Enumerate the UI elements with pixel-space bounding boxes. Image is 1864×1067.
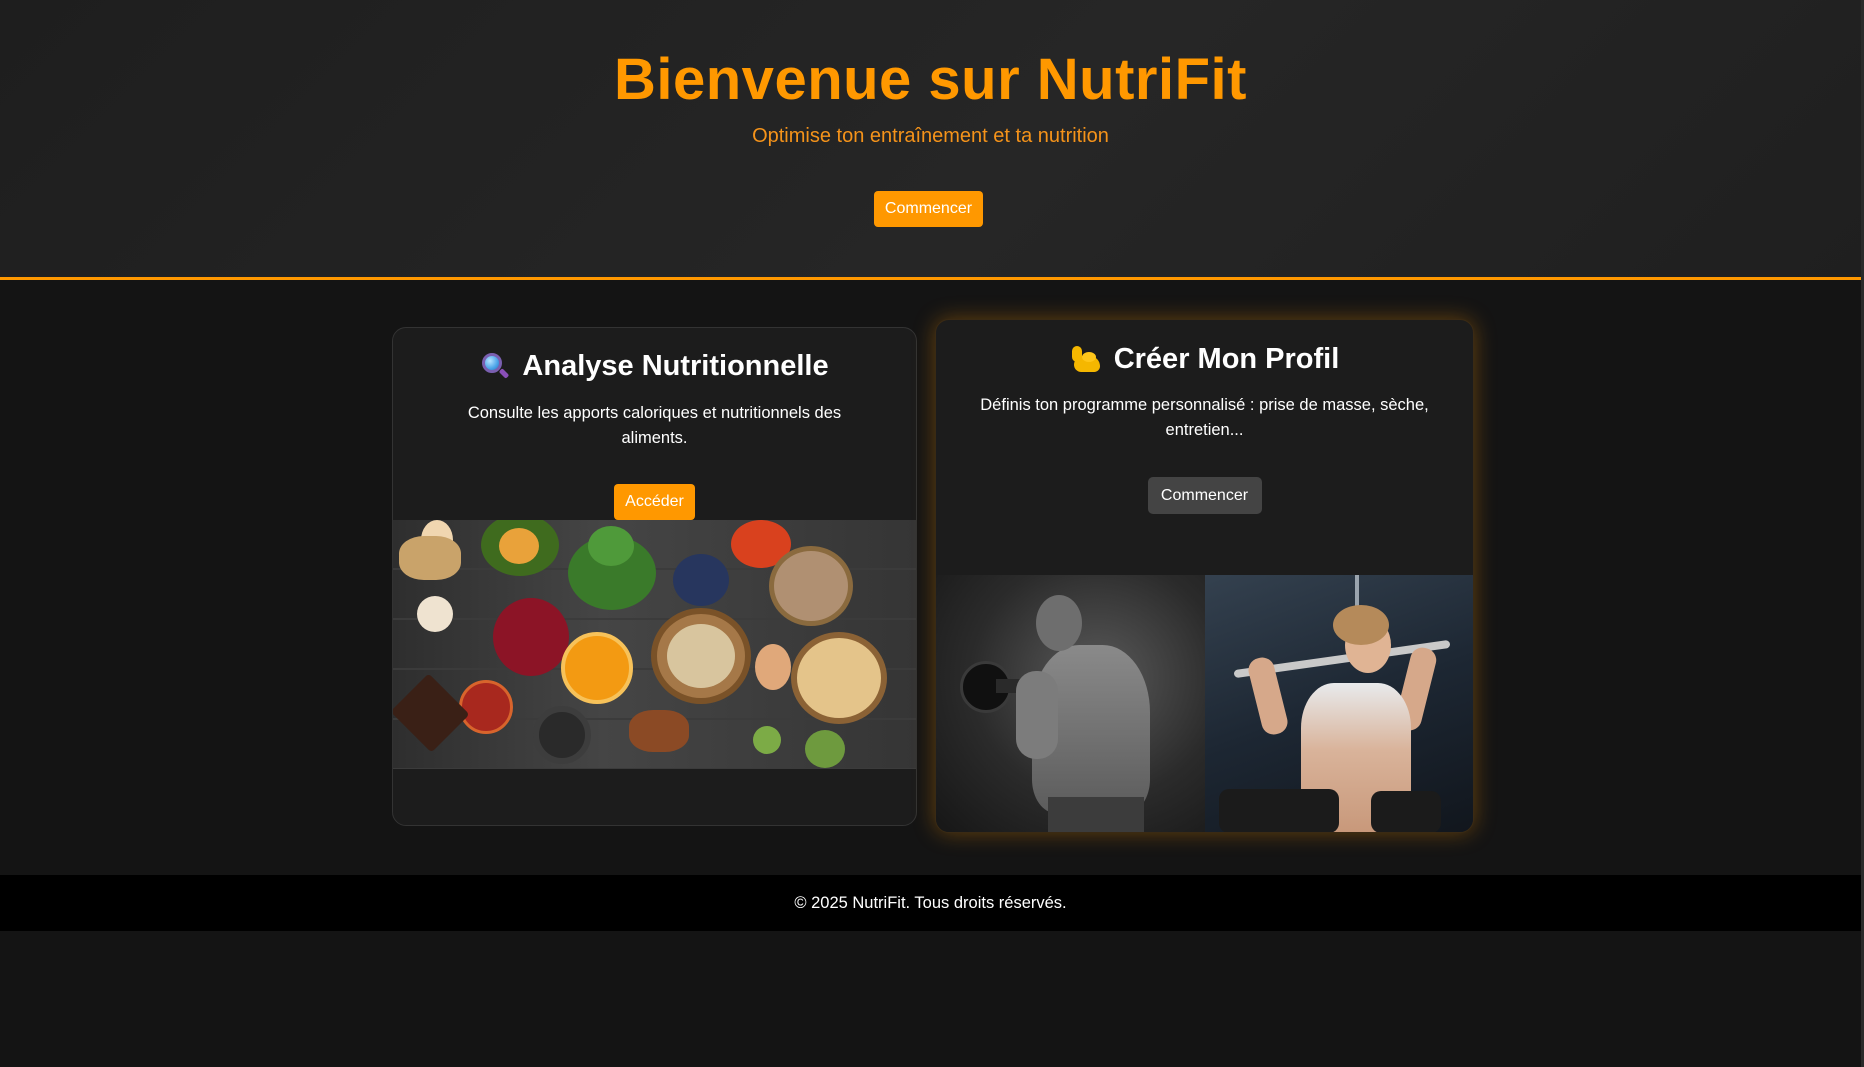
nutrition-analysis-card: Analyse Nutritionnelle Consulte les appo…: [392, 327, 917, 826]
man-dumbbell-photo: [936, 575, 1205, 832]
profile-card-title: Créer Mon Profil: [1113, 342, 1340, 375]
footer-copyright: © 2025 NutriFit. Tous droits réservés.: [794, 893, 1067, 912]
profile-card-description: Définis ton programme personnalisé : pri…: [980, 396, 1429, 439]
card-title-row: Créer Mon Profil: [936, 337, 1473, 381]
nutrition-card-description: Consulte les apports caloriques et nutri…: [467, 404, 842, 447]
gym-workout-image: [936, 575, 1473, 832]
create-profile-card: Créer Mon Profil Définis ton programme p…: [935, 319, 1474, 833]
hero-banner: Bienvenue sur NutriFit Optimise ton entr…: [0, 0, 1861, 280]
hero-start-button[interactable]: Commencer: [874, 191, 983, 227]
hero-subtitle: Optimise ton entraînement et ta nutritio…: [752, 125, 1109, 147]
flexed-biceps-icon: [1070, 344, 1102, 374]
card-title-row: Analyse Nutritionnelle: [393, 344, 916, 388]
page-footer: © 2025 NutriFit. Tous droits réservés.: [0, 875, 1861, 931]
magnifier-icon: [480, 351, 510, 381]
healthy-food-image: [393, 520, 916, 769]
nutrition-card-title: Analyse Nutritionnelle: [522, 349, 829, 382]
page-title: Bienvenue sur NutriFit: [614, 47, 1247, 112]
access-nutrition-button[interactable]: Accéder: [614, 484, 695, 520]
woman-pulldown-photo: [1204, 575, 1473, 832]
start-profile-button[interactable]: Commencer: [1147, 477, 1262, 514]
